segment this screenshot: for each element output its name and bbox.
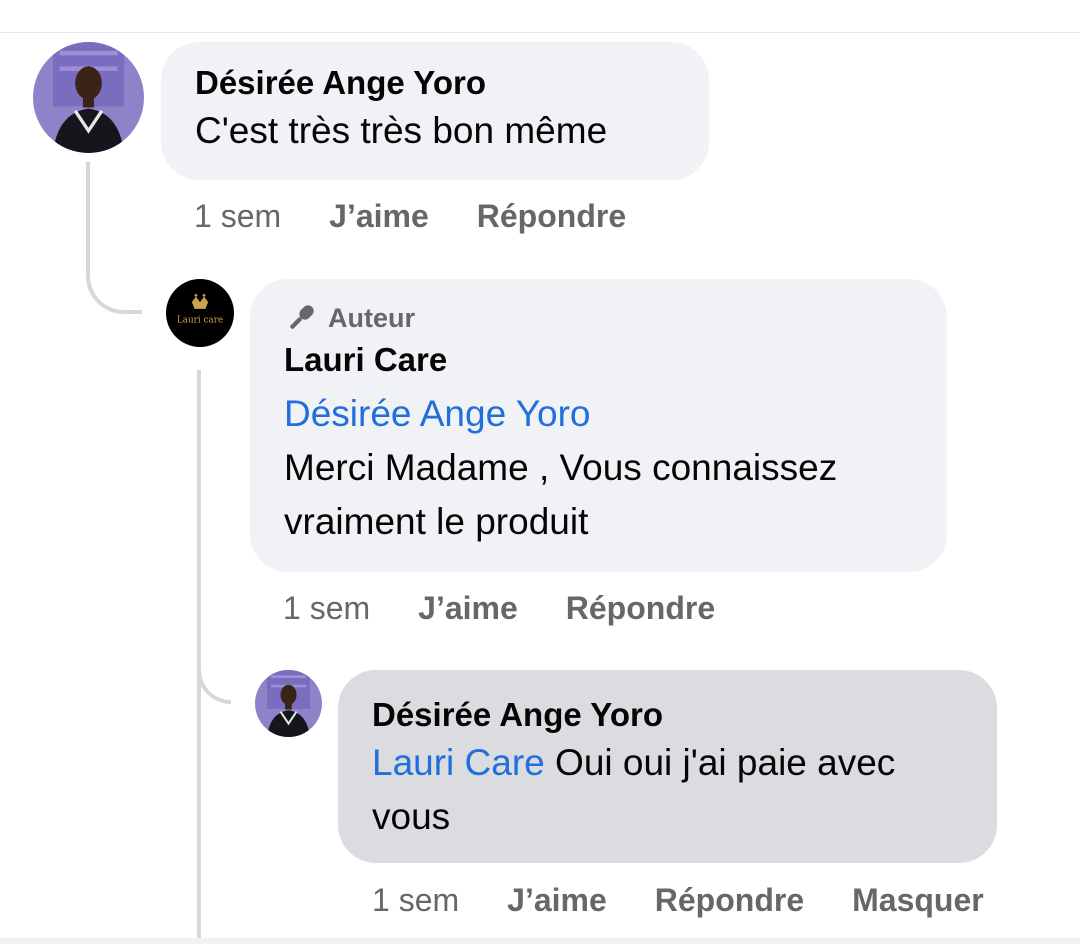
reply-button[interactable]: Répondre: [566, 588, 715, 628]
reply-actions: 1 sem J’aime Répondre: [283, 588, 715, 628]
top-divider: [0, 32, 1080, 33]
reply-timestamp[interactable]: 1 sem: [283, 588, 370, 628]
nested-reply-timestamp[interactable]: 1 sem: [372, 880, 459, 920]
avatar-desiree[interactable]: [33, 42, 144, 153]
reply-bubble[interactable]: Auteur Lauri Care Désirée Ange Yoro Merc…: [250, 279, 947, 572]
mention-link[interactable]: Lauri Care: [372, 742, 545, 783]
reply-author[interactable]: Lauri Care: [284, 339, 913, 381]
bottom-divider: [0, 938, 1080, 944]
nested-reply-actions: 1 sem J’aime Répondre Masquer: [372, 880, 984, 920]
thread-connector-1: [86, 162, 142, 314]
nested-reply-bubble[interactable]: Désirée Ange Yoro Lauri Care Oui oui j'a…: [338, 670, 997, 863]
reply-button[interactable]: Répondre: [477, 196, 626, 236]
like-button[interactable]: J’aime: [507, 880, 607, 920]
like-button[interactable]: J’aime: [418, 588, 518, 628]
author-badge: Auteur: [284, 301, 913, 335]
mention-link[interactable]: Désirée Ange Yoro: [284, 387, 913, 441]
hide-button[interactable]: Masquer: [852, 880, 984, 920]
like-button[interactable]: J’aime: [329, 196, 429, 236]
nested-reply-body: Lauri Care Oui oui j'ai paie avec vous: [372, 736, 963, 844]
microphone-icon: [284, 301, 318, 335]
comment-author[interactable]: Désirée Ange Yoro: [195, 62, 675, 104]
reply-button[interactable]: Répondre: [655, 880, 804, 920]
nested-reply-author[interactable]: Désirée Ange Yoro: [372, 694, 963, 736]
reply-text: Merci Madame , Vous connaissez vraiment …: [284, 447, 838, 542]
author-badge-label: Auteur: [328, 303, 415, 333]
comment-actions: 1 sem J’aime Répondre: [194, 196, 626, 236]
avatar-lauri-care[interactable]: Lauri care: [166, 279, 234, 347]
avatar-desiree[interactable]: [255, 670, 322, 737]
brand-avatar-text: Lauri care: [177, 316, 223, 326]
comment-text: C'est très très bon même: [195, 110, 608, 151]
thread-connector-2: [197, 640, 231, 704]
comment-bubble[interactable]: Désirée Ange Yoro C'est très très bon mê…: [161, 42, 709, 180]
comment-timestamp[interactable]: 1 sem: [194, 196, 281, 236]
